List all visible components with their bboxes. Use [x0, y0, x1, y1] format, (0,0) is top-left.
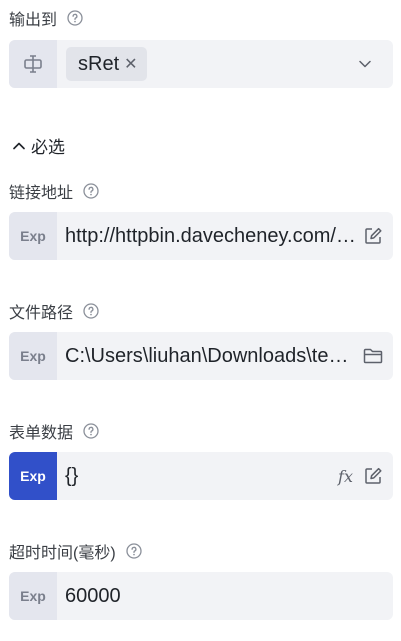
- output-label: 输出到: [9, 12, 58, 29]
- url-field[interactable]: Exp http://httpbin.davecheney.com/post: [9, 212, 393, 260]
- help-icon[interactable]: [83, 423, 99, 439]
- help-icon[interactable]: [83, 303, 99, 319]
- output-select[interactable]: sRet ✕: [9, 40, 393, 88]
- path-label: 文件路径: [9, 305, 74, 322]
- edit-icon[interactable]: [363, 466, 383, 486]
- selected-tag-label: sRet: [78, 52, 120, 75]
- url-value[interactable]: http://httpbin.davecheney.com/post: [57, 225, 357, 248]
- output-label-row: 输出到: [9, 7, 83, 29]
- url-label: 链接地址: [9, 185, 74, 202]
- chevron-up-icon: [13, 142, 25, 150]
- form-label: 表单数据: [9, 425, 74, 442]
- expression-toggle[interactable]: Exp: [9, 212, 57, 260]
- section-title: 必选: [31, 138, 65, 157]
- expression-toggle[interactable]: Exp: [9, 572, 57, 620]
- form-label-row: 表单数据: [9, 420, 99, 442]
- path-value[interactable]: C:\Users\liuhan\Downloads\test.txt: [57, 345, 357, 368]
- remove-tag-icon[interactable]: ✕: [124, 54, 137, 74]
- path-label-row: 文件路径: [9, 300, 99, 322]
- chevron-down-icon[interactable]: [353, 60, 393, 68]
- form-value[interactable]: {}: [57, 465, 332, 488]
- selected-tag: sRet ✕: [66, 47, 147, 81]
- path-field[interactable]: Exp C:\Users\liuhan\Downloads\test.txt: [9, 332, 393, 380]
- timeout-label: 超时时间(毫秒): [9, 545, 116, 562]
- expression-toggle[interactable]: Exp: [9, 332, 57, 380]
- timeout-value[interactable]: 60000: [57, 585, 393, 608]
- help-icon[interactable]: [126, 543, 142, 559]
- timeout-label-row: 超时时间(毫秒): [9, 540, 142, 562]
- url-label-row: 链接地址: [9, 180, 99, 202]
- expression-toggle[interactable]: Exp: [9, 452, 57, 500]
- section-toggle[interactable]: 必选: [13, 133, 65, 158]
- folder-icon[interactable]: [363, 347, 383, 365]
- fx-icon[interactable]: fx: [338, 467, 353, 486]
- timeout-field[interactable]: Exp 60000: [9, 572, 393, 620]
- edit-icon[interactable]: [363, 226, 383, 246]
- variable-icon[interactable]: [9, 40, 57, 88]
- help-icon[interactable]: [83, 183, 99, 199]
- form-field[interactable]: Exp {} fx: [9, 452, 393, 500]
- help-icon[interactable]: [67, 10, 83, 26]
